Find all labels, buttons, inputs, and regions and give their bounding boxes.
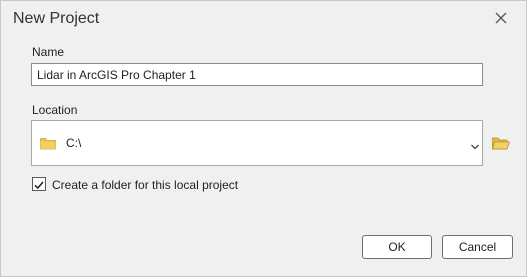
location-value: C:\ — [66, 136, 82, 150]
location-label: Location — [32, 103, 78, 117]
folder-open-icon[interactable] — [491, 134, 511, 152]
close-icon[interactable] — [491, 10, 511, 28]
name-label: Name — [32, 45, 65, 59]
dialog-title: New Project — [13, 10, 100, 27]
ok-button[interactable]: OK — [362, 235, 432, 259]
create-folder-checkbox[interactable] — [32, 177, 46, 191]
project-name-input[interactable] — [31, 63, 483, 86]
chevron-down-icon[interactable] — [470, 138, 480, 156]
folder-icon — [40, 137, 56, 155]
cancel-button[interactable]: Cancel — [442, 235, 513, 259]
new-project-dialog: New Project Name Location C:\ — [0, 0, 527, 277]
location-dropdown[interactable]: C:\ — [31, 120, 483, 166]
create-folder-label[interactable]: Create a folder for this local project — [52, 178, 238, 192]
checkmark-icon — [34, 181, 44, 190]
